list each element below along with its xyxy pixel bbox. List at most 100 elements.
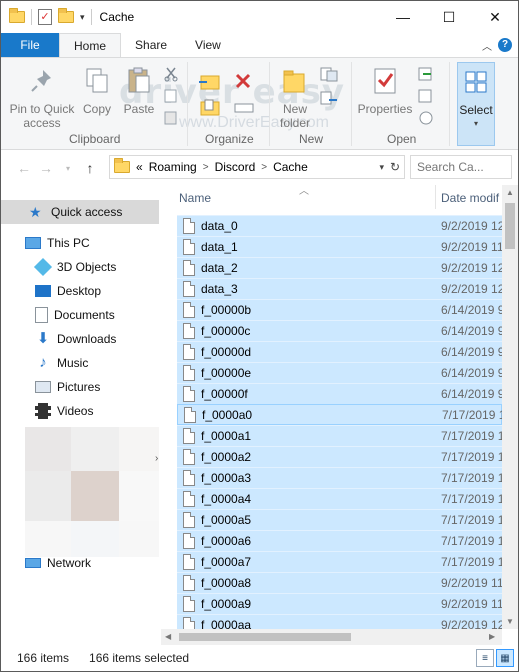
select-dropdown-icon: ▾ [473, 119, 478, 128]
help-icon[interactable]: ? [498, 38, 512, 52]
table-row[interactable]: data_1 9/2/2019 11 [177, 236, 502, 257]
chevron-right-icon[interactable]: > [203, 162, 209, 173]
search-input[interactable]: Search Ca... [410, 155, 512, 179]
forward-button[interactable]: → [35, 160, 57, 176]
table-row[interactable]: f_0000a6 7/17/2019 1 [177, 530, 502, 551]
table-row[interactable]: f_00000c 6/14/2019 9 [177, 320, 502, 341]
properties-check-icon[interactable]: ✓ [38, 9, 52, 25]
close-button[interactable]: ✕ [472, 1, 518, 33]
delete-icon[interactable] [233, 72, 257, 92]
nav-quick-access[interactable]: ★ Quick access [1, 200, 159, 224]
table-row[interactable]: f_0000a0 7/17/2019 1 [177, 404, 502, 425]
maximize-button[interactable]: ☐ [426, 1, 472, 33]
file-date-modified: 6/14/2019 9 [441, 324, 502, 338]
table-row[interactable]: f_00000b 6/14/2019 9 [177, 299, 502, 320]
refresh-icon[interactable]: ↻ [390, 160, 400, 174]
ribbon: driver easy www.DriverEasy.com Pin to Qu… [1, 57, 518, 150]
nav-desktop[interactable]: Desktop [1, 279, 159, 303]
copy-to-icon[interactable] [197, 98, 221, 118]
vertical-scrollbar[interactable]: ▲ ▼ [502, 185, 518, 629]
breadcrumb-discord[interactable]: Discord [215, 160, 256, 174]
rename-icon[interactable] [233, 98, 257, 118]
table-row[interactable]: f_0000a4 7/17/2019 1 [177, 488, 502, 509]
scroll-up-icon[interactable]: ▲ [506, 188, 514, 197]
history-icon[interactable] [417, 110, 435, 126]
table-row[interactable]: f_00000f 6/14/2019 9 [177, 383, 502, 404]
column-date-modified[interactable]: Date modif [441, 191, 499, 205]
back-button[interactable]: ← [13, 160, 35, 176]
file-icon [183, 512, 195, 528]
edit-icon[interactable] [417, 88, 435, 104]
properties-button[interactable]: Properties [355, 66, 415, 116]
file-name: f_0000a8 [201, 576, 252, 590]
tab-file[interactable]: File [1, 33, 59, 57]
file-date-modified: 7/17/2019 1 [441, 555, 502, 569]
scroll-left-icon[interactable]: ◀ [165, 632, 171, 641]
select-button[interactable]: Select ▾ [457, 62, 495, 146]
nav-documents[interactable]: Documents [1, 303, 159, 327]
table-row[interactable]: f_0000a1 7/17/2019 1 [177, 425, 502, 446]
details-view-icon[interactable]: ≡ [476, 649, 494, 667]
column-name[interactable]: Name [179, 191, 211, 205]
recent-locations-icon[interactable]: ▾ [57, 164, 79, 173]
music-note-icon: ♪ [39, 354, 47, 371]
scroll-right-icon[interactable]: ▶ [489, 632, 495, 641]
nav-music[interactable]: ♪ Music [1, 351, 159, 375]
open-icon[interactable] [417, 66, 435, 82]
documents-icon [35, 307, 48, 323]
breadcrumb-overflow[interactable]: « [136, 160, 143, 174]
move-to-icon[interactable] [197, 72, 221, 92]
nav-network[interactable]: Network [1, 551, 159, 575]
horizontal-scrollbar[interactable]: ◀ ▶ [161, 629, 502, 645]
table-row[interactable]: data_2 9/2/2019 12 [177, 257, 502, 278]
table-row[interactable]: f_00000d 6/14/2019 9 [177, 341, 502, 362]
new-item-icon[interactable] [319, 66, 339, 84]
pin-to-quick-access-button[interactable]: Pin to Quick access [7, 66, 77, 130]
nav-3d-objects[interactable]: 3D Objects [1, 255, 159, 279]
vertical-scroll-thumb[interactable] [505, 203, 515, 249]
breadcrumb-cache[interactable]: Cache [273, 160, 308, 174]
breadcrumb-roaming[interactable]: Roaming [149, 160, 197, 174]
nav-pictures[interactable]: Pictures [1, 375, 159, 399]
table-row[interactable]: f_0000a3 7/17/2019 1 [177, 467, 502, 488]
new-folder-quick-icon[interactable] [58, 8, 74, 23]
cut-icon[interactable] [163, 66, 179, 82]
table-row[interactable]: f_00000e 6/14/2019 9 [177, 362, 502, 383]
copy-button[interactable]: Copy [79, 66, 115, 116]
expand-chevron-icon[interactable]: › [155, 453, 158, 464]
address-bar[interactable]: « Roaming > Discord > Cache ▾ ↻ [109, 155, 405, 179]
nav-this-pc[interactable]: This PC [1, 231, 159, 255]
folder-icon [9, 8, 25, 23]
nav-downloads[interactable]: ⬇ Downloads [1, 327, 159, 351]
table-row[interactable]: f_0000a2 7/17/2019 1 [177, 446, 502, 467]
paste-shortcut-icon[interactable] [163, 110, 179, 126]
table-row[interactable]: f_0000a8 9/2/2019 11 [177, 572, 502, 593]
table-row[interactable]: data_3 9/2/2019 12 [177, 278, 502, 299]
tab-share[interactable]: Share [121, 33, 181, 57]
nav-videos[interactable]: Videos [1, 399, 159, 423]
scroll-down-icon[interactable]: ▼ [506, 617, 514, 626]
chevron-right-icon[interactable]: > [261, 162, 267, 173]
file-date-modified: 7/17/2019 1 [441, 471, 502, 485]
large-icons-view-icon[interactable]: ▦ [496, 649, 514, 667]
easy-access-icon[interactable] [319, 90, 339, 108]
copy-path-icon[interactable] [163, 88, 179, 104]
horizontal-scroll-thumb[interactable] [179, 633, 351, 641]
paste-button[interactable]: Paste [121, 66, 157, 116]
up-button[interactable]: ↑ [79, 160, 101, 176]
table-row[interactable]: data_0 9/2/2019 12 [177, 215, 502, 236]
new-folder-button[interactable]: New folder [275, 66, 315, 130]
collapse-ribbon-icon[interactable]: ︿ [482, 38, 492, 53]
tab-home[interactable]: Home [59, 33, 122, 57]
star-icon: ★ [29, 204, 42, 220]
file-icon [183, 260, 195, 276]
table-row[interactable]: f_0000a9 9/2/2019 11 [177, 593, 502, 614]
tab-view[interactable]: View [181, 33, 235, 57]
table-row[interactable]: f_0000a7 7/17/2019 1 [177, 551, 502, 572]
customize-toolbar-dropdown-icon[interactable]: ▾ [80, 12, 85, 23]
file-date-modified: 7/17/2019 1 [441, 534, 502, 548]
file-name: f_0000a6 [201, 534, 252, 548]
table-row[interactable]: f_0000a5 7/17/2019 1 [177, 509, 502, 530]
minimize-button[interactable]: — [380, 1, 426, 33]
address-dropdown-icon[interactable]: ▾ [379, 162, 384, 173]
